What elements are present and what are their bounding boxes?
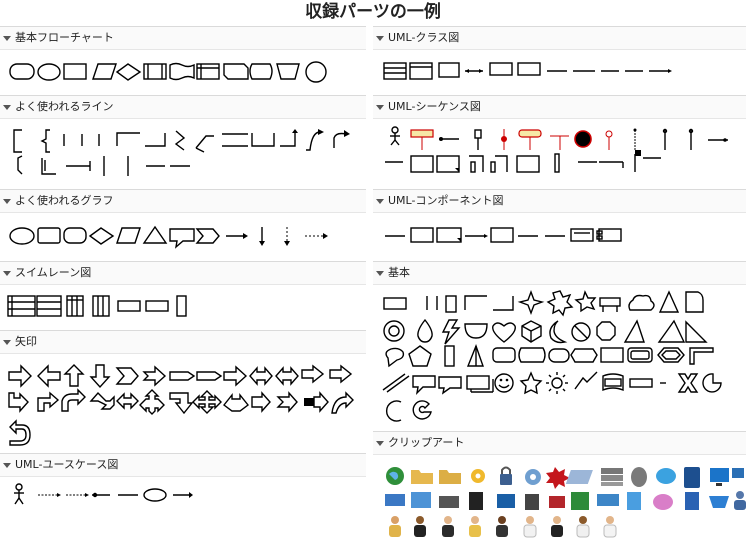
section-header-common-graphs[interactable]: よく使われるグラフ xyxy=(0,189,366,213)
caret-down-icon xyxy=(376,440,384,446)
person-icon xyxy=(606,516,614,524)
caret-down-icon xyxy=(376,104,384,110)
section-label: よく使われるライン xyxy=(15,100,114,113)
section-header-basic[interactable]: 基本 xyxy=(373,261,746,285)
section-label: 基本 xyxy=(388,266,410,279)
laptop2-icon xyxy=(385,494,405,506)
section-header-common-lines[interactable]: よく使われるライン xyxy=(0,95,366,119)
usecase-shapes xyxy=(14,483,193,505)
section-label: 基本フローチャート xyxy=(15,31,114,44)
computer-icon xyxy=(525,494,539,510)
section-label: UML-コンポーネント図 xyxy=(388,194,504,207)
cart-icon xyxy=(709,496,729,508)
component-shapes xyxy=(385,227,622,243)
panel-common-lines xyxy=(0,120,366,187)
panel-uml-sequence xyxy=(373,120,746,187)
mail-icon xyxy=(565,470,593,484)
caret-down-icon xyxy=(376,35,384,41)
section-header-uml-sequence[interactable]: UML-シーケンス図 xyxy=(373,95,746,119)
caret-down-icon xyxy=(3,198,11,204)
panel-swimlane xyxy=(0,286,366,328)
person-icon xyxy=(498,516,506,524)
panel-uml-component xyxy=(373,214,746,258)
clipart-icons xyxy=(385,466,746,538)
caret-down-icon xyxy=(3,339,11,345)
cloud-icon xyxy=(656,468,676,484)
panel-basic xyxy=(373,286,746,428)
box-icon xyxy=(685,492,699,510)
caret-down-icon xyxy=(3,462,11,468)
caret-down-icon xyxy=(376,270,384,276)
window-icon xyxy=(411,492,431,508)
person-icon xyxy=(471,516,479,524)
swimlane-shapes xyxy=(7,295,187,317)
section-label: スイムレーン図 xyxy=(15,266,92,279)
folder-icon xyxy=(411,470,433,484)
flowchart-shapes xyxy=(9,61,327,83)
section-label: 矢印 xyxy=(15,335,37,348)
panel-clipart xyxy=(373,456,746,546)
caret-down-icon xyxy=(3,270,11,276)
panel-uml-class xyxy=(373,51,746,95)
section-label: クリップアート xyxy=(388,436,465,449)
monitor-icon xyxy=(710,468,729,482)
piggy-bank-icon xyxy=(653,494,673,510)
person-icon xyxy=(579,516,587,524)
caret-down-icon xyxy=(376,198,384,204)
laptop-icon xyxy=(732,468,744,478)
database-icon xyxy=(631,467,647,487)
screen-icon xyxy=(497,494,515,508)
section-header-uml-component[interactable]: UML-コンポーネント図 xyxy=(373,189,746,213)
windows-icon xyxy=(571,492,589,510)
lock-icon xyxy=(500,474,512,485)
section-label: UML-ユースケース図 xyxy=(15,458,119,471)
caret-down-icon xyxy=(3,104,11,110)
printer-icon xyxy=(439,496,459,508)
person-icon xyxy=(391,516,399,524)
keyboard-icon xyxy=(597,494,619,506)
sequence-shapes xyxy=(385,126,728,173)
person-icon xyxy=(553,516,561,524)
section-label: よく使われるグラフ xyxy=(15,194,114,207)
panel-arrows xyxy=(0,355,366,447)
section-header-arrows[interactable]: 矢印 xyxy=(0,330,366,354)
caret-down-icon xyxy=(3,35,11,41)
person-icon xyxy=(444,516,452,524)
class-shapes xyxy=(383,62,672,80)
burst-icon xyxy=(546,467,570,489)
panel-basic-flowchart xyxy=(0,51,366,95)
phone-icon xyxy=(627,492,641,510)
person-icon xyxy=(526,516,534,524)
line-shapes xyxy=(13,129,350,176)
basic-shapes xyxy=(382,290,722,422)
arrow-shapes xyxy=(8,364,354,446)
router-icon xyxy=(549,496,565,508)
section-header-uml-class[interactable]: UML-クラス図 xyxy=(373,26,746,50)
person-icon xyxy=(416,516,424,524)
page-title: 収録パーツの一例 xyxy=(305,2,441,22)
section-header-clipart[interactable]: クリップアート xyxy=(373,431,746,455)
section-header-swimlane[interactable]: スイムレーン図 xyxy=(0,261,366,285)
section-label: UML-クラス図 xyxy=(388,31,460,44)
section-header-uml-usecase[interactable]: UML-ユースケース図 xyxy=(0,453,366,477)
tower-icon xyxy=(469,492,483,510)
folder-open-icon xyxy=(439,470,461,484)
user-icon xyxy=(736,491,744,499)
panel-uml-usecase xyxy=(0,478,366,520)
tablet-icon xyxy=(684,467,700,488)
panel-common-graphs xyxy=(0,214,366,258)
server-icon xyxy=(601,468,623,474)
section-header-basic-flowchart[interactable]: 基本フローチャート xyxy=(0,26,366,50)
graph-shapes xyxy=(9,225,328,249)
section-label: UML-シーケンス図 xyxy=(388,100,481,113)
